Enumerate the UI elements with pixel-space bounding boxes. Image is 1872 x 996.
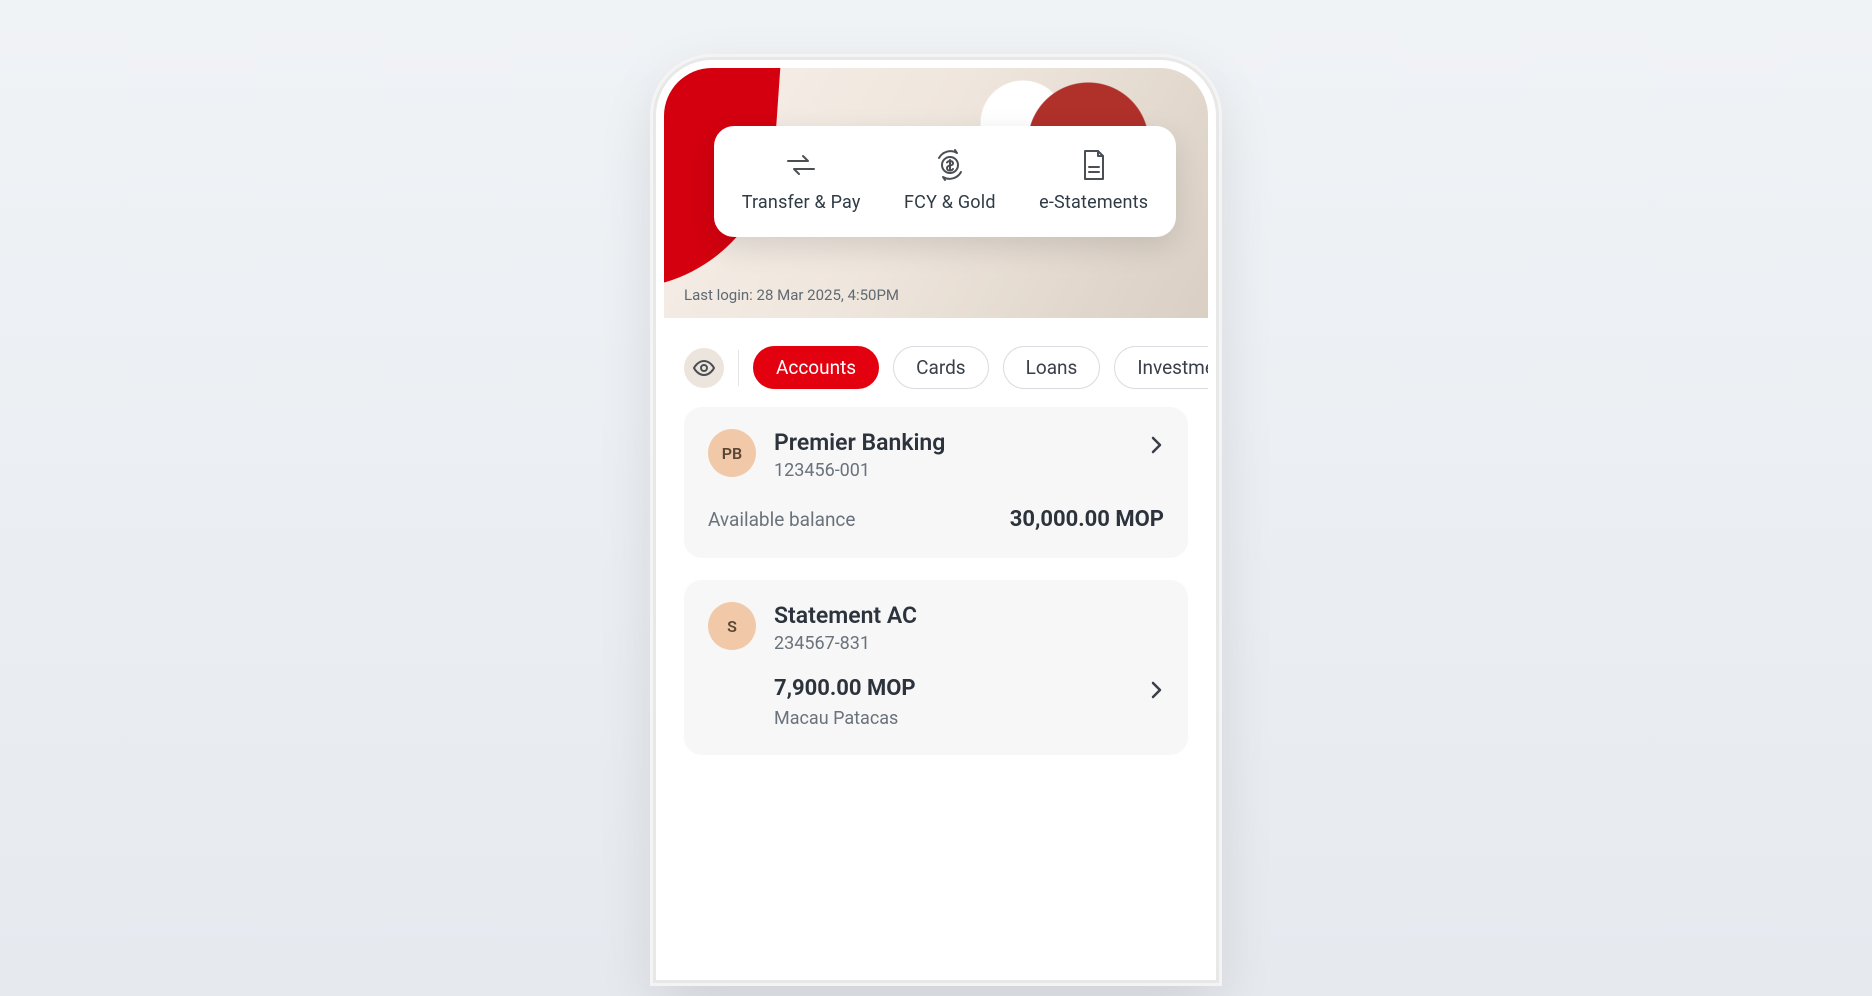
tab-investments-label: Investments [1137, 356, 1208, 379]
quick-transfer-pay[interactable]: Transfer & Pay [742, 148, 861, 213]
account-amount: 7,900.00 MOP [774, 676, 916, 701]
quick-estatements-label: e-Statements [1039, 192, 1148, 213]
transfer-icon [784, 148, 818, 182]
tab-loans-label: Loans [1026, 356, 1078, 379]
currency-name: Macau Patacas [708, 708, 1164, 729]
tab-accounts[interactable]: Accounts [753, 346, 879, 389]
screen: Transfer & Pay FCY & Gold [664, 68, 1208, 972]
main-content: Accounts Cards Loans Investments PB Prem… [664, 318, 1208, 755]
account-number: 123456-001 [774, 460, 1130, 481]
phone-frame: Transfer & Pay FCY & Gold [656, 60, 1216, 980]
balance-label: Available balance [708, 508, 855, 531]
hero-area: Transfer & Pay FCY & Gold [664, 68, 1208, 318]
account-number: 234567-831 [774, 633, 1164, 654]
account-name: Statement AC [774, 602, 1164, 629]
toggle-visibility-button[interactable] [684, 348, 724, 388]
document-icon [1077, 148, 1111, 182]
quick-fcy-gold-label: FCY & Gold [904, 192, 996, 213]
avatar: PB [708, 429, 756, 477]
last-login-text: Last login: 28 Mar 2025, 4:50PM [684, 286, 899, 304]
quick-fcy-gold[interactable]: FCY & Gold [904, 148, 996, 213]
quick-estatements[interactable]: e-Statements [1039, 148, 1148, 213]
account-card-premier[interactable]: PB Premier Banking 123456-001 Available … [684, 407, 1188, 558]
account-card-statement[interactable]: S Statement AC 234567-831 7,900.00 MOP M… [684, 580, 1188, 755]
avatar: S [708, 602, 756, 650]
divider [738, 350, 739, 386]
chevron-right-icon[interactable] [1148, 429, 1164, 457]
eye-icon [692, 356, 716, 380]
quick-actions-card: Transfer & Pay FCY & Gold [714, 126, 1176, 237]
currency-exchange-icon [933, 148, 967, 182]
account-name: Premier Banking [774, 429, 1130, 456]
tab-investments[interactable]: Investments [1114, 346, 1208, 389]
balance-amount: 30,000.00 MOP [1010, 507, 1164, 532]
tab-cards[interactable]: Cards [893, 346, 989, 389]
chevron-right-icon[interactable] [1148, 674, 1164, 702]
tabs-row: Accounts Cards Loans Investments [664, 334, 1208, 407]
quick-transfer-pay-label: Transfer & Pay [742, 192, 861, 213]
tab-loans[interactable]: Loans [1003, 346, 1101, 389]
tab-accounts-label: Accounts [776, 356, 856, 379]
tab-cards-label: Cards [916, 356, 966, 379]
